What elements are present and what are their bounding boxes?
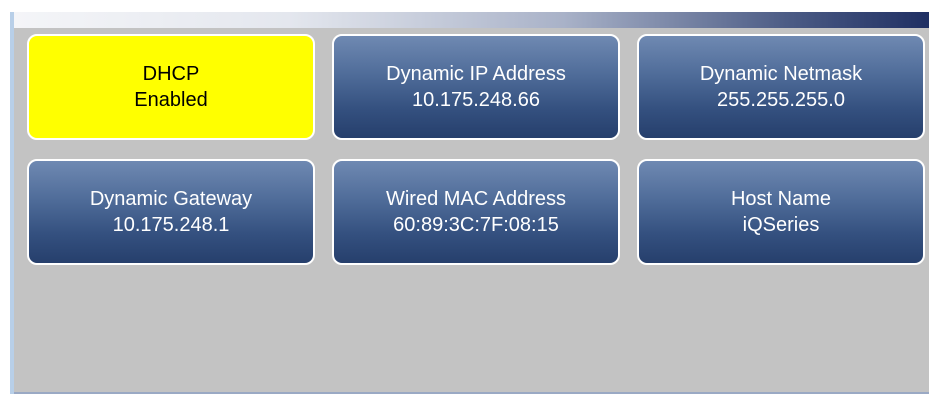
network-settings-screen: DHCP Enabled Dynamic IP Address 10.175.2… [0, 0, 935, 396]
dynamic-ip-address-label: Dynamic IP Address [386, 63, 566, 85]
wired-mac-address-value: 60:89:3C:7F:08:15 [393, 214, 559, 236]
dynamic-gateway-button[interactable]: Dynamic Gateway 10.175.248.1 [27, 159, 315, 265]
dhcp-value: Enabled [134, 89, 208, 111]
host-name-value: iQSeries [742, 214, 820, 236]
dynamic-gateway-label: Dynamic Gateway [89, 188, 253, 210]
dynamic-gateway-value: 10.175.248.1 [112, 214, 230, 236]
dhcp-button[interactable]: DHCP Enabled [27, 34, 315, 140]
dynamic-ip-address-button[interactable]: Dynamic IP Address 10.175.248.66 [332, 34, 620, 140]
dynamic-ip-address-value: 10.175.248.66 [412, 89, 540, 111]
dhcp-label: DHCP [142, 63, 200, 85]
title-bar [14, 12, 929, 28]
host-name-label: Host Name [730, 188, 832, 210]
dynamic-netmask-label: Dynamic Netmask [699, 63, 863, 85]
host-name-button[interactable]: Host Name iQSeries [637, 159, 925, 265]
dynamic-netmask-button[interactable]: Dynamic Netmask 255.255.255.0 [637, 34, 925, 140]
wired-mac-address-button[interactable]: Wired MAC Address 60:89:3C:7F:08:15 [332, 159, 620, 265]
wired-mac-address-label: Wired MAC Address [385, 188, 567, 210]
dynamic-netmask-value: 255.255.255.0 [717, 89, 845, 111]
bottom-border [14, 392, 929, 394]
